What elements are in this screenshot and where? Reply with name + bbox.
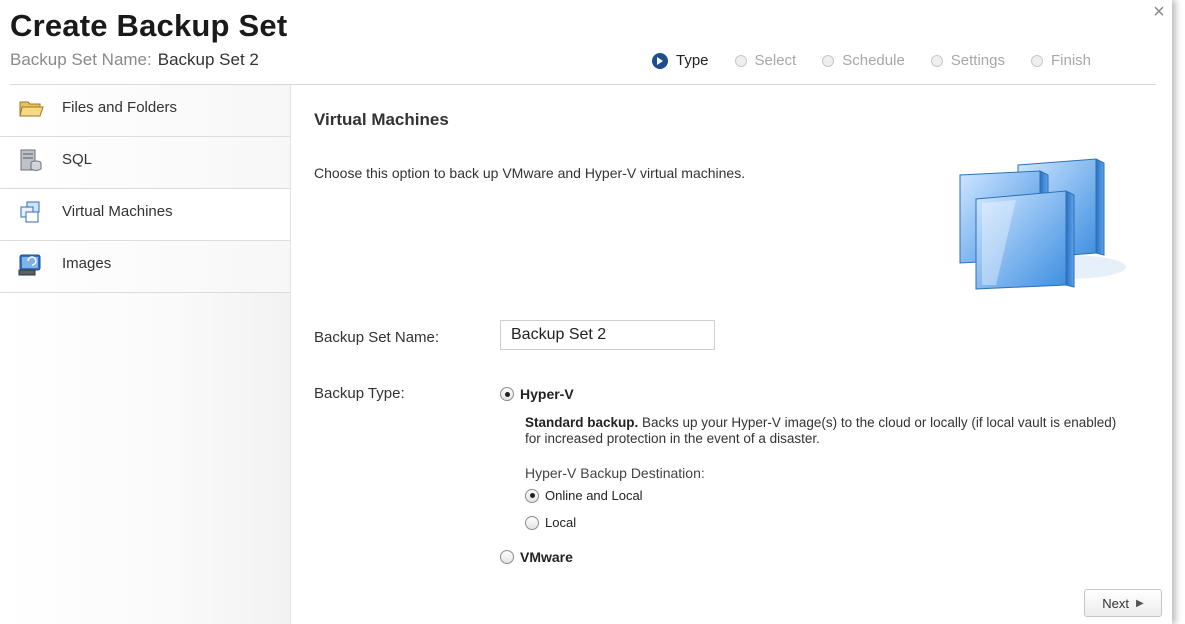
dialog-title: Create Backup Set: [10, 8, 288, 43]
step-active-icon: [652, 52, 668, 69]
step-finish: Finish: [1031, 52, 1091, 69]
wizard-steps: Type Select Schedule Settings Finish: [652, 52, 1091, 69]
hyperv-option[interactable]: Hyper-V: [500, 386, 574, 402]
dialog-subtitle: Backup Set Name: Backup Set 2: [10, 50, 259, 70]
step-inactive-icon: [930, 54, 943, 67]
next-button[interactable]: Next ▶: [1084, 589, 1162, 617]
vmware-option[interactable]: VMware: [500, 549, 573, 565]
sidebar-item-label: Files and Folders: [62, 99, 178, 116]
step-schedule: Schedule: [822, 52, 905, 69]
main-panel: Virtual Machines Choose this option to b…: [314, 85, 1154, 624]
hyperv-radio[interactable]: [500, 387, 514, 401]
step-label: Finish: [1051, 52, 1092, 69]
step-settings: Settings: [930, 52, 1005, 69]
disk-image-icon: [18, 254, 41, 276]
sidebar-item-files-and-folders[interactable]: Files and Folders: [0, 85, 290, 137]
step-label: Schedule: [842, 52, 905, 69]
step-inactive-icon: [734, 54, 747, 67]
hyperv-destination-label: Hyper-V Backup Destination:: [525, 465, 705, 481]
backup-set-name-input[interactable]: [500, 320, 715, 350]
virtual-machine-icon: [20, 201, 40, 223]
standard-backup-title: Standard backup.: [525, 415, 639, 430]
sidebar-item-label: Images: [62, 255, 112, 272]
sidebar-item-virtual-machines[interactable]: Virtual Machines: [0, 189, 290, 241]
vmware-label: VMware: [520, 549, 573, 565]
step-label: Settings: [950, 52, 1005, 69]
subtitle-label: Backup Set Name:: [10, 50, 152, 69]
standard-backup-description: Standard backup. Backs up your Hyper-V i…: [525, 415, 1135, 447]
backup-type-sidebar: Files and Folders SQL Virtual Machines I…: [0, 85, 291, 624]
local-label: Local: [545, 515, 577, 530]
online-local-label: Online and Local: [545, 488, 643, 503]
destination-local-option[interactable]: Local: [525, 515, 576, 530]
hyperv-label: Hyper-V: [520, 386, 574, 402]
create-backup-set-dialog: Create Backup Set Backup Set Name: Backup…: [0, 0, 1172, 624]
sidebar-item-label: SQL: [62, 151, 93, 168]
sidebar-item-sql[interactable]: SQL: [0, 137, 290, 189]
backup-type-label: Backup Type:: [314, 385, 405, 402]
step-label: Select: [754, 52, 797, 69]
step-type: Type: [652, 52, 709, 69]
folder-icon: [19, 101, 44, 117]
online-local-radio[interactable]: [525, 488, 539, 503]
vmware-radio[interactable]: [500, 550, 514, 564]
close-icon[interactable]: ×: [1148, 2, 1170, 24]
section-heading: Virtual Machines: [314, 110, 449, 129]
subtitle-value: Backup Set 2: [157, 50, 259, 69]
step-label: Type: [676, 52, 709, 69]
backup-set-name-label: Backup Set Name:: [314, 329, 440, 346]
play-arrow-icon: ▶: [1136, 597, 1144, 609]
destination-online-local-option[interactable]: Online and Local: [525, 488, 643, 503]
sidebar-item-label: Virtual Machines: [62, 203, 173, 220]
next-label: Next: [1102, 595, 1130, 611]
step-inactive-icon: [1031, 54, 1043, 67]
sidebar-item-images[interactable]: Images: [0, 241, 290, 293]
database-icon: [20, 149, 42, 171]
virtual-machines-illustration-icon: [959, 158, 1126, 290]
section-description: Choose this option to back up VMware and…: [314, 165, 746, 181]
step-inactive-icon: [822, 54, 835, 67]
local-radio[interactable]: [525, 515, 539, 530]
step-select: Select: [734, 52, 797, 69]
